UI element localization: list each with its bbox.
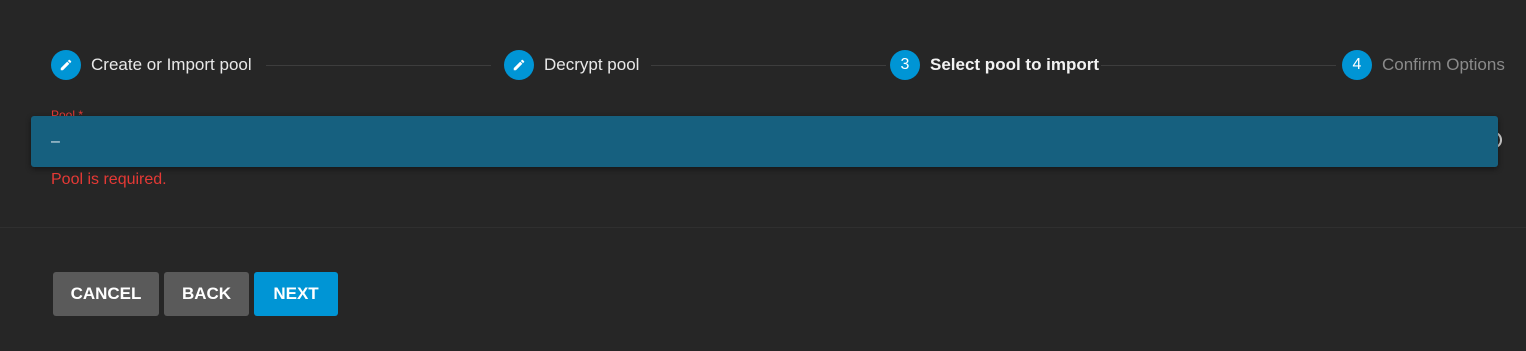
cancel-button[interactable]: CANCEL bbox=[53, 272, 159, 316]
step-number: 3 bbox=[890, 50, 920, 80]
step-connector bbox=[651, 65, 886, 66]
step-connector bbox=[1101, 65, 1336, 66]
import-pool-wizard: Create or Import pool Decrypt pool 3 Sel… bbox=[0, 0, 1526, 351]
step-label: Decrypt pool bbox=[544, 55, 640, 74]
step-connector bbox=[266, 65, 491, 66]
step-label: Create or Import pool bbox=[91, 55, 252, 74]
step-number: 4 bbox=[1342, 50, 1372, 80]
pool-select-value: – bbox=[51, 132, 60, 150]
back-button[interactable]: BACK bbox=[164, 272, 249, 316]
divider bbox=[0, 227, 1526, 228]
step-label: Select pool to import bbox=[930, 55, 1100, 74]
step-create-or-import[interactable]: Create or Import pool bbox=[51, 50, 252, 80]
pencil-icon bbox=[51, 50, 81, 80]
pool-select[interactable]: – bbox=[31, 116, 1498, 167]
wizard-stepper: Create or Import pool Decrypt pool 3 Sel… bbox=[51, 50, 1511, 80]
pool-error-message: Pool is required. bbox=[51, 171, 167, 188]
step-confirm-options[interactable]: 4 Confirm Options bbox=[1342, 50, 1505, 80]
step-select-pool[interactable]: 3 Select pool to import bbox=[890, 50, 1099, 80]
next-button[interactable]: NEXT bbox=[254, 272, 338, 316]
pencil-icon bbox=[504, 50, 534, 80]
step-label: Confirm Options bbox=[1382, 55, 1505, 74]
step-decrypt-pool[interactable]: Decrypt pool bbox=[504, 50, 639, 80]
